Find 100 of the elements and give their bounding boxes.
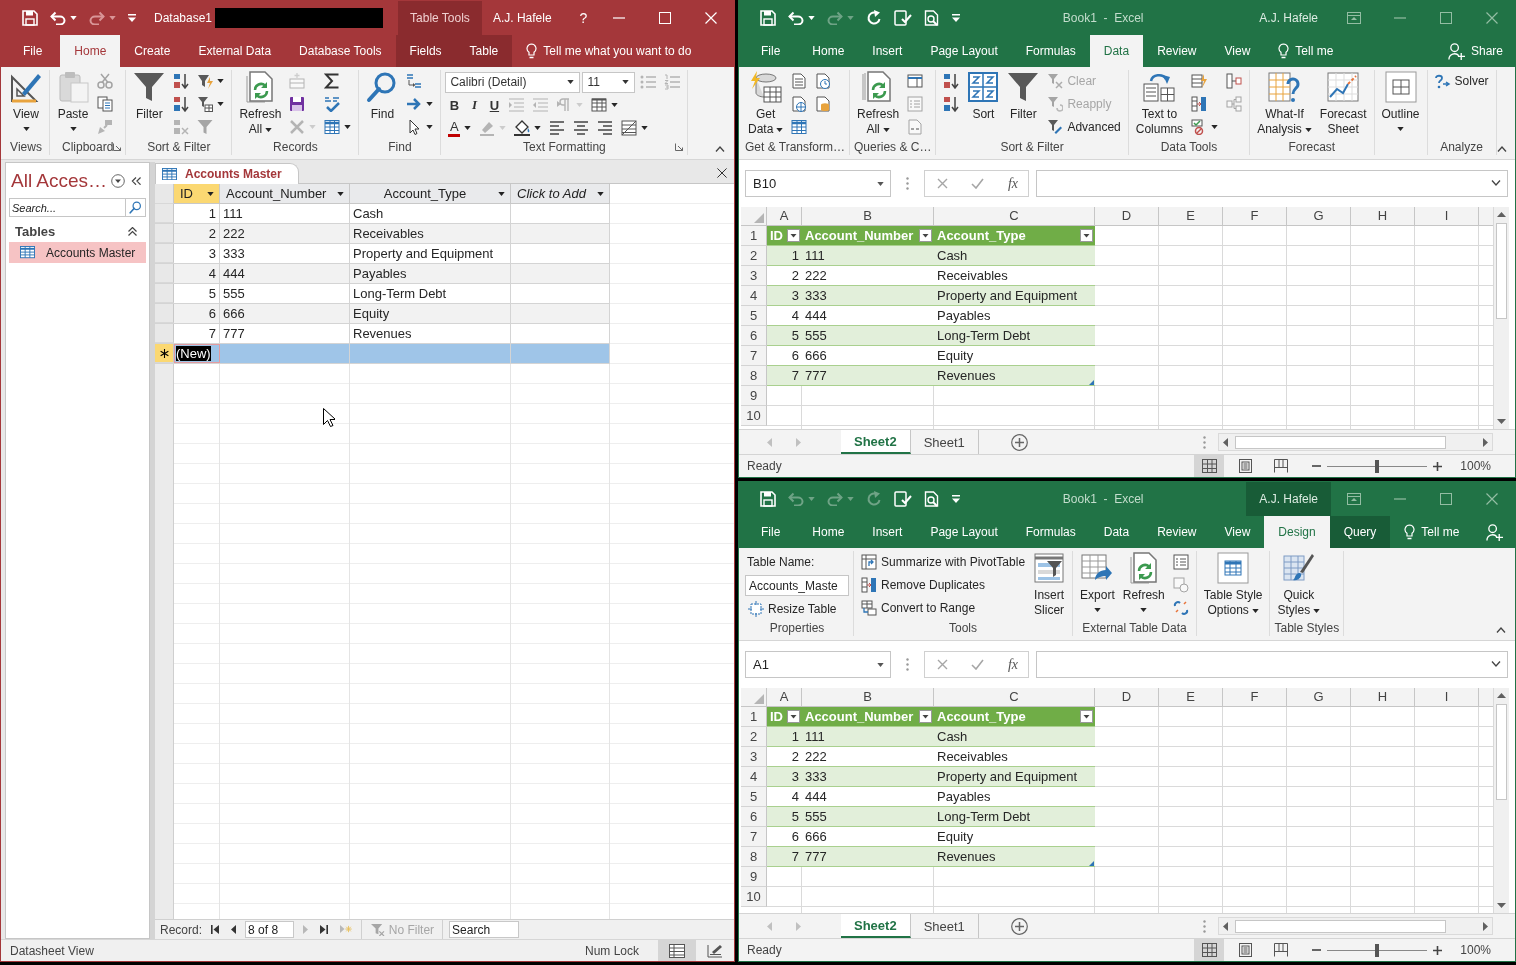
column-header[interactable]: F [1223, 207, 1287, 226]
check-mark-icon[interactable] [971, 659, 985, 670]
document-tab[interactable]: Accounts Master [155, 163, 299, 184]
export-button[interactable]: Export [1077, 551, 1118, 612]
row-header[interactable]: 6 [741, 807, 767, 827]
column-header[interactable]: G [1287, 688, 1351, 707]
column-header[interactable]: D [1095, 688, 1159, 707]
row-header[interactable]: 1 [741, 226, 767, 246]
column-header[interactable]: Click to Add [511, 184, 610, 204]
row-header[interactable]: 3 [741, 266, 767, 286]
row-header[interactable]: 10 [741, 887, 767, 907]
check-mark-icon[interactable] [971, 178, 985, 189]
ribbon-tab[interactable]: View [1210, 516, 1265, 548]
chevron-down-icon[interactable] [1491, 661, 1501, 667]
refresh-all-button[interactable]: Refresh All [854, 70, 903, 137]
row-header[interactable]: 8 [741, 847, 767, 867]
column-header[interactable]: D [1095, 207, 1159, 226]
scrollbar-thumb[interactable] [1235, 919, 1446, 933]
filter-button[interactable]: Filter [1004, 70, 1043, 122]
convert-to-range-button[interactable]: Convert to Range [858, 597, 1029, 619]
ribbon-tab[interactable]: Home [798, 35, 859, 67]
filter-dropdown-icon[interactable] [919, 229, 932, 242]
ribbon-tab[interactable]: Insert [858, 516, 917, 548]
ribbon-tab[interactable]: Home [798, 516, 859, 548]
column-header[interactable]: H [1351, 207, 1415, 226]
tell-me-button[interactable]: Tell me what you want to do [512, 35, 706, 67]
triangle-right-icon[interactable] [1483, 437, 1488, 447]
ribbon-tab[interactable]: Create [120, 35, 185, 67]
share-button[interactable]: Share [1437, 35, 1515, 67]
formula-input[interactable] [1036, 170, 1508, 197]
solver-button[interactable]: Solver [1431, 70, 1492, 92]
row-header[interactable]: 2 [741, 246, 767, 266]
column-header[interactable]: I [1415, 688, 1479, 707]
tell-me-button[interactable]: Tell me [1390, 516, 1474, 548]
caret-icon[interactable] [877, 662, 884, 667]
ribbon-tab[interactable]: Design [1264, 516, 1330, 548]
scrollbar-thumb[interactable] [1496, 223, 1507, 319]
view-button[interactable]: View [7, 70, 45, 131]
name-box[interactable]: A1 [745, 651, 891, 678]
chevron-down-icon[interactable] [1491, 180, 1501, 186]
sort-button[interactable]: Sort [964, 70, 1003, 122]
triangle-left-icon[interactable] [1223, 437, 1228, 447]
ribbon-tab[interactable]: Formulas [1011, 516, 1090, 548]
normal-view-button[interactable] [1194, 455, 1225, 477]
ribbon-tab[interactable]: Data [1089, 35, 1144, 67]
slider-thumb[interactable] [1375, 943, 1380, 957]
chevron-up-icon[interactable] [1496, 627, 1506, 633]
column-header[interactable]: ID [174, 184, 220, 204]
row-header[interactable]: 8 [741, 366, 767, 386]
minus-icon[interactable] [1312, 465, 1322, 467]
column-header[interactable]: A [767, 207, 802, 226]
ribbon-tab[interactable]: File [743, 516, 799, 548]
record-number-field[interactable]: 8 of 8 [245, 921, 295, 938]
row-header[interactable]: 6 [741, 326, 767, 346]
nav-item[interactable]: Accounts Master [9, 242, 146, 263]
ribbon-tab[interactable]: Database Tools [285, 35, 396, 67]
tell-me-button[interactable]: Tell me [1264, 35, 1348, 67]
ribbon-tab[interactable]: Data [1089, 516, 1144, 548]
row-header[interactable]: 3 [741, 747, 767, 767]
ribbon-tab[interactable]: Page Layout [916, 35, 1012, 67]
column-header[interactable]: Account_Number [220, 184, 350, 204]
refresh-button[interactable]: Refresh [1119, 551, 1168, 612]
column-header[interactable]: B [802, 207, 934, 226]
remove-duplicates-button[interactable]: Remove Duplicates [858, 574, 1029, 596]
search-button[interactable] [125, 198, 146, 217]
formula-input[interactable] [1036, 651, 1508, 678]
row-header[interactable]: 4 [741, 286, 767, 306]
plus-circle-icon[interactable] [1010, 917, 1028, 935]
ribbon-tab[interactable]: File [743, 35, 799, 67]
triangle-up-icon[interactable] [1497, 212, 1506, 217]
row-header[interactable]: 1 [741, 707, 767, 727]
group-header[interactable]: Tables [8, 221, 147, 242]
triangle-down-icon[interactable] [1497, 903, 1506, 908]
minus-icon[interactable] [1312, 949, 1322, 951]
row-header[interactable]: 5 [741, 306, 767, 326]
line-caret-icon[interactable] [128, 14, 136, 22]
column-header[interactable]: F [1223, 688, 1287, 707]
scrollbar-thumb[interactable] [1235, 435, 1446, 449]
ribbon-tab[interactable]: Home [60, 35, 121, 67]
row-header[interactable]: 9 [741, 386, 767, 406]
slider-thumb[interactable] [1375, 459, 1380, 473]
column-header[interactable]: B [802, 688, 934, 707]
ribbon-tab[interactable]: Insert [858, 35, 917, 67]
previous-record-icon[interactable] [231, 925, 237, 934]
row-header[interactable]: 7 [741, 346, 767, 366]
ribbon-tab[interactable]: Query [1329, 516, 1391, 548]
row-header[interactable]: 10 [741, 406, 767, 426]
italic-button[interactable]: I [465, 94, 484, 116]
find-button[interactable]: Find [363, 70, 402, 122]
chevron-up-icon[interactable] [715, 146, 725, 152]
insert-slicer-button[interactable]: Insert Slicer [1030, 551, 1069, 618]
table-style-options-button[interactable]: Table Style Options [1200, 551, 1266, 618]
copy-button[interactable] [94, 93, 116, 115]
column-header[interactable]: C [934, 207, 1095, 226]
filter-dropdown-icon[interactable] [919, 710, 932, 723]
filter-dropdown-icon[interactable] [787, 710, 800, 723]
quick-styles-button[interactable]: Quick Styles [1274, 551, 1324, 618]
column-header[interactable]: E [1159, 688, 1223, 707]
bold-button[interactable]: B [445, 94, 464, 116]
help-button[interactable]: ? [579, 10, 588, 26]
